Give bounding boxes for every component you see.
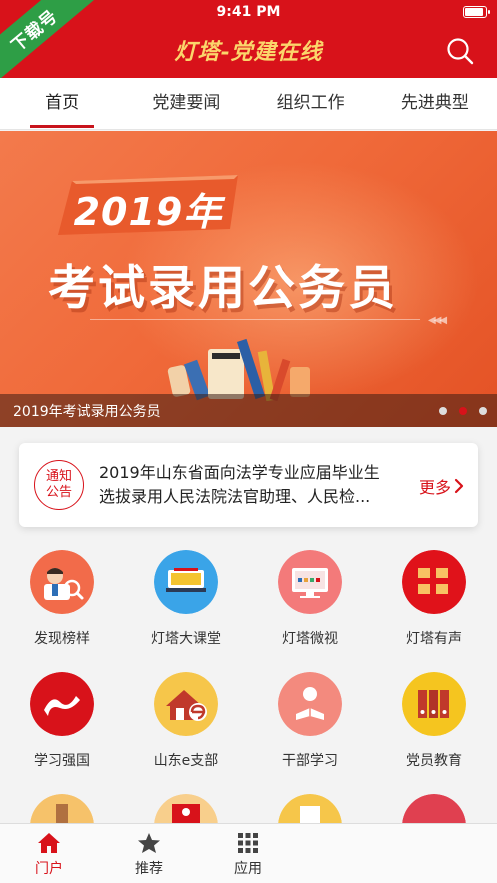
tab-home[interactable]: 首页 bbox=[0, 78, 124, 129]
tabbar-recommend[interactable]: 推荐 bbox=[119, 832, 179, 878]
notice-badge: 通知 公告 bbox=[34, 460, 84, 510]
app-label: 山东e支部 bbox=[153, 753, 219, 769]
app-discover-models[interactable]: 发现榜样 bbox=[0, 550, 124, 648]
notice-line-1: 2019年山东省面向法学专业应届毕业生 bbox=[99, 463, 380, 482]
chevron-right-icon bbox=[454, 478, 464, 494]
app-xuexi-qiangguo[interactable]: 学习强国 bbox=[0, 672, 124, 770]
notice-line-2: 选拔录用人民法院法官助理、人民检... bbox=[99, 487, 371, 506]
person-search-icon bbox=[30, 550, 94, 614]
audio-text-icon bbox=[402, 550, 466, 614]
app-shandong-e-branch[interactable]: 山东e支部 bbox=[124, 672, 248, 770]
home-e-icon bbox=[154, 672, 218, 736]
tv-icon bbox=[278, 550, 342, 614]
tabbar-label: 应用 bbox=[234, 861, 262, 877]
notice-more-label: 更多 bbox=[418, 478, 451, 497]
tabbar-label: 门户 bbox=[35, 861, 63, 877]
notice-badge-line2: 公告 bbox=[45, 485, 72, 500]
banner-year: 2019年 bbox=[73, 190, 223, 234]
carousel-dot-active[interactable] bbox=[459, 407, 467, 415]
battery-icon bbox=[463, 6, 490, 18]
tab-organization[interactable]: 组织工作 bbox=[249, 78, 373, 129]
classroom-icon bbox=[154, 550, 218, 614]
binders-icon bbox=[402, 672, 466, 736]
carousel-dots bbox=[439, 407, 487, 415]
app-label: 学习强国 bbox=[34, 753, 90, 769]
app-cadre-learning[interactable]: 干部学习 bbox=[248, 672, 372, 770]
app-lighthouse-video[interactable]: 灯塔微视 bbox=[248, 550, 372, 648]
notice-more-link[interactable]: 更多 bbox=[419, 474, 464, 498]
bottom-tabbar: 门户 推荐 应用 bbox=[0, 823, 497, 883]
tabbar-portal[interactable]: 门户 bbox=[19, 832, 79, 878]
tab-models[interactable]: 先进典型 bbox=[373, 78, 497, 129]
notice-card[interactable]: 通知 公告 2019年山东省面向法学专业应届毕业生 选拔录用人民法院法官助理、人… bbox=[19, 443, 478, 527]
tab-party-news[interactable]: 党建要闻 bbox=[124, 78, 248, 129]
banner-caption: 2019年考试录用公务员 bbox=[13, 404, 161, 420]
app-party-education[interactable]: 党员教育 bbox=[372, 672, 496, 770]
tabbar-label: 推荐 bbox=[135, 861, 163, 877]
banner-carousel[interactable]: 2019年 考试录用公务员 ◀◀◀ 2019年考试录用公务员 bbox=[0, 131, 497, 427]
app-lighthouse-audio[interactable]: 灯塔有声 bbox=[372, 550, 496, 648]
app-label: 发现榜样 bbox=[34, 631, 90, 647]
notice-badge-line1: 通知 bbox=[45, 469, 72, 484]
carousel-dot[interactable] bbox=[479, 407, 487, 415]
tabbar-apps[interactable]: 应用 bbox=[218, 832, 278, 878]
app-title: 灯塔-党建在线 bbox=[174, 39, 323, 65]
top-tabs: 首页 党建要闻 组织工作 先进典型 bbox=[0, 78, 497, 130]
grid-icon bbox=[238, 833, 258, 853]
star-icon bbox=[138, 833, 160, 853]
stationery-illustration bbox=[167, 338, 310, 401]
app-label: 灯塔微视 bbox=[282, 631, 338, 647]
banner-caption-bar: 2019年考试录用公务员 bbox=[0, 394, 497, 427]
search-icon[interactable] bbox=[445, 36, 475, 66]
app-label: 灯塔有声 bbox=[406, 631, 462, 647]
app-label: 干部学习 bbox=[282, 753, 338, 769]
app-lighthouse-classroom[interactable]: 灯塔大课堂 bbox=[124, 550, 248, 648]
app-label: 党员教育 bbox=[406, 753, 462, 769]
xuexi-icon bbox=[30, 672, 94, 736]
carousel-dot[interactable] bbox=[439, 407, 447, 415]
home-icon bbox=[38, 833, 60, 853]
banner-title: 考试录用公务员 bbox=[48, 261, 398, 316]
notice-text[interactable]: 2019年山东省面向法学专业应届毕业生 选拔录用人民法院法官助理、人民检... bbox=[99, 461, 399, 509]
reader-icon bbox=[278, 672, 342, 736]
arrows-icon: ◀◀◀ bbox=[428, 315, 447, 326]
app-label: 灯塔大课堂 bbox=[151, 631, 221, 647]
